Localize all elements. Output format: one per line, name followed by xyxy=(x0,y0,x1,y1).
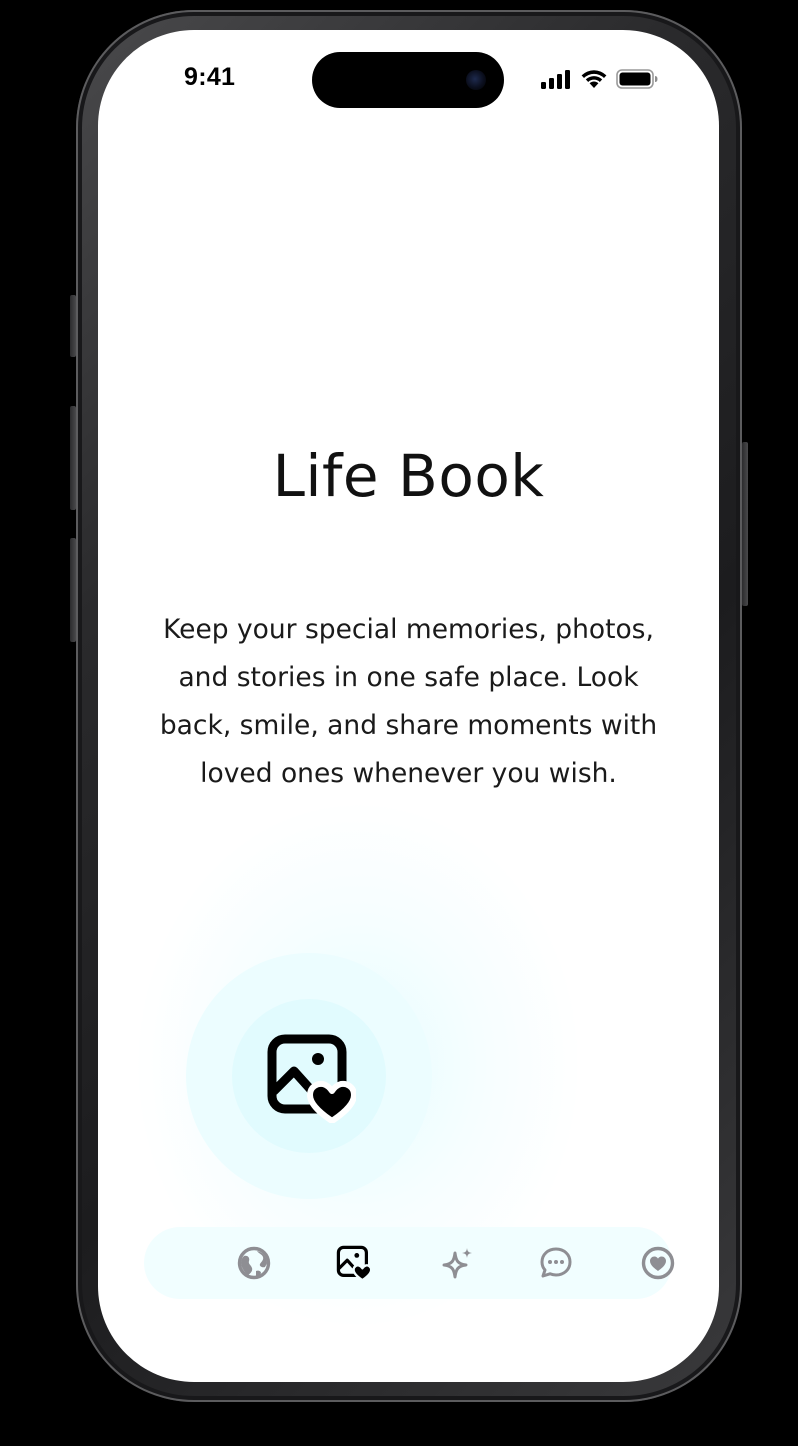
intro-description: Keep your special memories, photos, and … xyxy=(159,614,658,789)
dynamic-island xyxy=(312,52,504,108)
device-mockup: 9:41 Life Book Keep your special memorie… xyxy=(0,0,798,1446)
bottom-tab-bar xyxy=(144,1227,675,1299)
tab-messages[interactable] xyxy=(534,1241,578,1285)
phone-screen: 9:41 Life Book Keep your special memorie… xyxy=(98,30,719,1382)
tab-sparkle[interactable] xyxy=(436,1241,480,1285)
globe-icon xyxy=(237,1246,271,1280)
status-icons xyxy=(540,68,658,90)
chat-bubble-icon xyxy=(540,1247,572,1278)
tab-favorites[interactable] xyxy=(636,1241,680,1285)
battery-icon xyxy=(616,69,658,89)
tab-explore[interactable] xyxy=(232,1241,276,1285)
photo-heart-icon xyxy=(336,1245,372,1281)
status-time: 9:41 xyxy=(184,63,236,91)
photo-heart-icon xyxy=(267,1034,356,1123)
status-bar: 9:41 xyxy=(98,30,719,130)
page-title: Life Book xyxy=(272,442,545,510)
action-button xyxy=(70,295,76,357)
tab-memories[interactable] xyxy=(332,1241,376,1285)
volume-up-button xyxy=(70,406,76,510)
power-button xyxy=(742,442,748,606)
front-camera-icon xyxy=(466,70,486,90)
sparkle-icon xyxy=(442,1248,472,1279)
heart-circle-icon xyxy=(641,1246,675,1280)
volume-down-button xyxy=(70,538,76,642)
wifi-icon xyxy=(581,70,607,88)
cellular-signal-icon xyxy=(541,70,570,89)
